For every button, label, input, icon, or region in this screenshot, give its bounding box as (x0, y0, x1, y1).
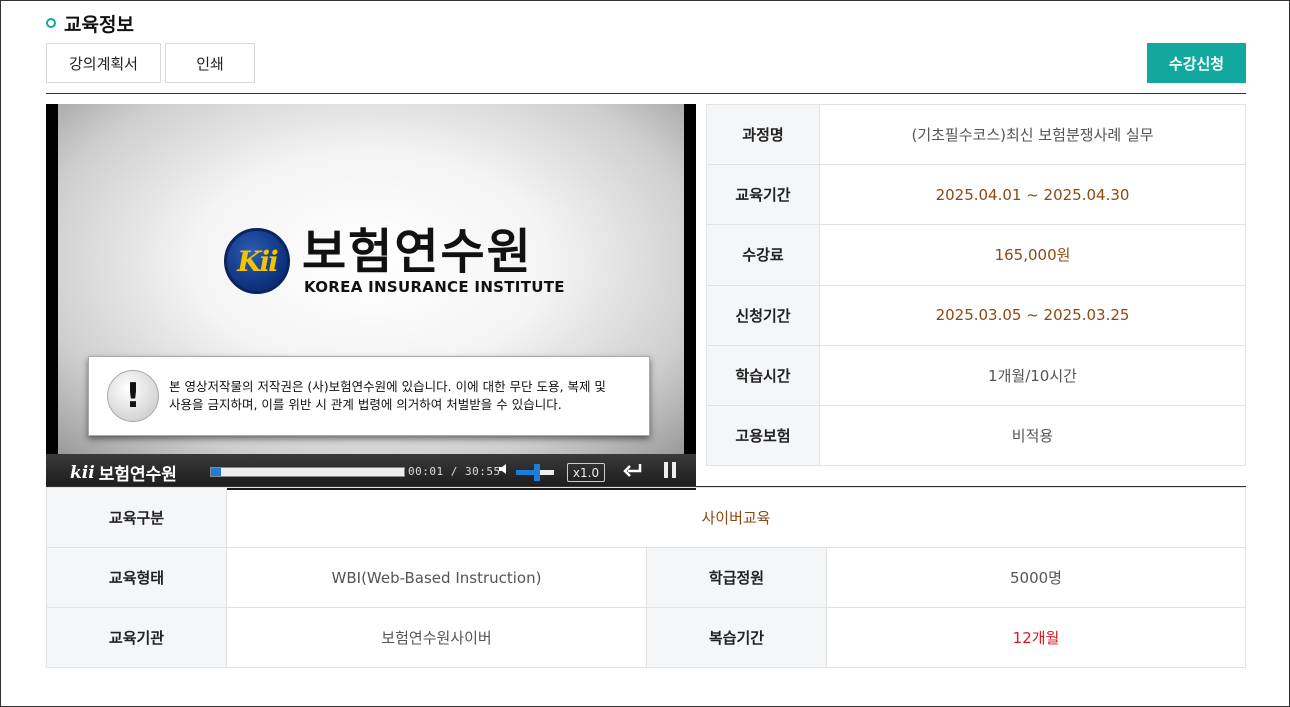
print-button[interactable]: 인쇄 (165, 43, 255, 83)
edu-org-value: 보험연수원사이버 (226, 607, 647, 668)
copyright-notice: ! 본 영상저작물의 저작권은 (사)보험연수원에 있습니다. 이에 대한 무단… (88, 356, 650, 436)
replay-icon[interactable] (622, 460, 644, 485)
table-row: 신청기간 2025.03.05 ~ 2025.03.25 (706, 284, 1246, 346)
fee-label: 수강료 (706, 224, 820, 286)
study-time-label: 학습시간 (706, 344, 820, 406)
edu-form-label: 교육형태 (46, 547, 227, 608)
time-separator: / (450, 465, 458, 478)
section-title: 교육정보 (64, 13, 134, 36)
employment-insurance-label: 고용보험 (706, 404, 820, 467)
enroll-button[interactable]: 수강신청 (1147, 43, 1246, 83)
logo-korean-name: 보험연수원 (302, 224, 533, 280)
duration: 30:55 (465, 465, 501, 478)
player-controls: kii 보험연수원 00:01 / 30:55 x1.0 (46, 454, 696, 490)
header-divider (46, 93, 1246, 94)
video-player[interactable]: Kii 보험연수원 KOREA INSURANCE INSTITUTE ! 본 … (46, 104, 696, 490)
logo-english-name: KOREA INSURANCE INSTITUTE (304, 278, 565, 296)
institute-logo: Kii 보험연수원 KOREA INSURANCE INSTITUTE (224, 226, 565, 296)
table-row: 과정명 (기초필수코스)최신 보험분쟁사례 실무 (706, 103, 1246, 166)
notice-line-1: 본 영상저작물의 저작권은 (사)보험연수원에 있습니다. 이에 대한 무단 도… (169, 379, 606, 394)
video-screen[interactable]: Kii 보험연수원 KOREA INSURANCE INSTITUTE ! 본 … (58, 104, 684, 454)
course-name-label: 과정명 (706, 103, 820, 166)
table-row: 수강료 165,000원 (706, 224, 1246, 286)
course-detail-table: 교육구분 사이버교육 교육형태 WBI(Web-Based Instructio… (46, 487, 1246, 668)
review-period-value: 12개월 (826, 607, 1246, 668)
player-brand-kii: kii (70, 462, 95, 483)
volume-slider[interactable] (516, 464, 554, 481)
employment-insurance-value: 비적용 (819, 404, 1246, 467)
apply-period-label: 신청기간 (706, 284, 820, 346)
exclamation-icon: ! (107, 370, 159, 422)
section-header: 교육정보 (46, 10, 134, 36)
edu-type-label: 교육구분 (46, 487, 227, 548)
table-row: 교육형태 WBI(Web-Based Instruction) 학급정원 500… (46, 547, 1246, 608)
progress-bar[interactable] (210, 467, 405, 477)
volume-icon[interactable] (498, 462, 512, 480)
table-row: 학습시간 1개월/10시간 (706, 344, 1246, 406)
time-display: 00:01 / 30:55 (408, 465, 501, 478)
edu-period-value: 2025.04.01 ~ 2025.04.30 (819, 164, 1246, 226)
current-time: 00:01 (408, 465, 444, 478)
volume-handle[interactable] (533, 464, 540, 481)
capacity-label: 학급정원 (646, 547, 827, 608)
course-info-table: 과정명 (기초필수코스)최신 보험분쟁사례 실무 교육기간 2025.04.01… (706, 103, 1246, 467)
emblem-text: Kii (237, 244, 279, 278)
edu-period-label: 교육기간 (706, 164, 820, 226)
notice-line-2: 사용을 금지하며, 이를 위반 시 관계 법령에 의거하여 처벌받을 수 있습니… (169, 397, 562, 412)
edu-type-value: 사이버교육 (226, 487, 1246, 548)
review-period-label: 복습기간 (646, 607, 827, 668)
apply-period-value: 2025.03.05 ~ 2025.03.25 (819, 284, 1246, 346)
player-brand: kii 보험연수원 (70, 460, 177, 486)
syllabus-button[interactable]: 강의계획서 (46, 43, 161, 83)
capacity-value: 5000명 (826, 547, 1246, 608)
table-row: 교육구분 사이버교육 (46, 487, 1246, 548)
study-time-value: 1개월/10시간 (819, 344, 1246, 406)
table-row: 고용보험 비적용 (706, 404, 1246, 467)
player-brand-name: 보험연수원 (98, 465, 177, 485)
fee-value: 165,000원 (819, 224, 1246, 286)
playback-speed-button[interactable]: x1.0 (567, 463, 605, 482)
kii-emblem-icon: Kii (224, 228, 290, 294)
table-row: 교육기간 2025.04.01 ~ 2025.04.30 (706, 164, 1246, 226)
progress-fill (211, 468, 221, 476)
table-row: 교육기관 보험연수원사이버 복습기간 12개월 (46, 607, 1246, 668)
edu-org-label: 교육기관 (46, 607, 227, 668)
pause-icon[interactable] (664, 462, 676, 478)
circle-bullet-icon (46, 18, 56, 28)
edu-form-value: WBI(Web-Based Instruction) (226, 547, 647, 608)
course-name-value: (기초필수코스)최신 보험분쟁사례 실무 (819, 103, 1246, 166)
